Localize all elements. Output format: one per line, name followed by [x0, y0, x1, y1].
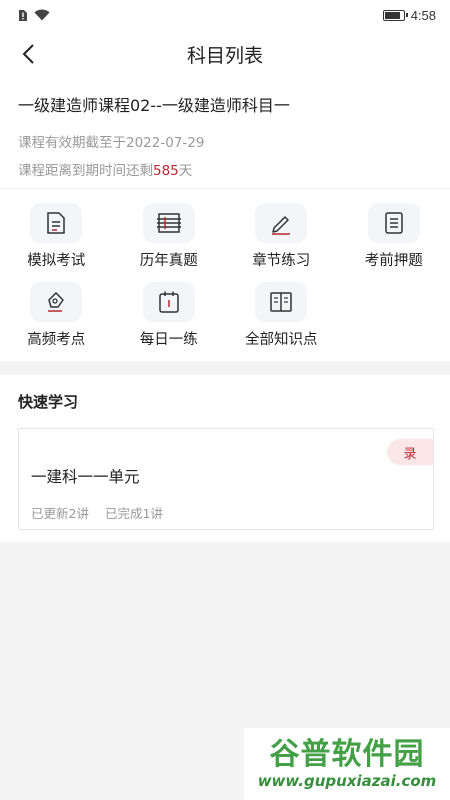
valid-prefix: 课程有效期截至于 [18, 135, 126, 151]
grid-item-all-knowledge[interactable]: 全部知识点 [225, 282, 338, 349]
document-list-icon [385, 212, 403, 234]
grid-label: 模拟考试 [27, 253, 86, 269]
section-gap [0, 361, 450, 375]
icon-box [255, 282, 308, 322]
lesson-title: 一建科一一单元 [31, 468, 140, 486]
grid-label: 每日一练 [139, 332, 198, 348]
icon-box [255, 203, 308, 243]
calendar-icon [159, 291, 179, 313]
watermark-title: 谷普软件园 [269, 737, 425, 772]
grid-item-daily-practice[interactable]: 每日一练 [113, 282, 226, 349]
grid-item-pre-exam-predict[interactable]: 考前押题 [338, 203, 450, 270]
grid-label: 章节练习 [252, 253, 311, 269]
pen-nib-icon [48, 292, 64, 312]
grid-item-mock-exam[interactable]: 模拟考试 [0, 203, 113, 270]
valid-date: 2022-07-29 [126, 135, 205, 151]
grid-item-hot-points[interactable]: 高频考点 [0, 282, 113, 349]
lesson-meta: 已更新2讲 已完成1讲 [31, 503, 421, 522]
grid-item-chapter-practice[interactable]: 章节练习 [225, 203, 338, 270]
grid-item-past-papers[interactable]: 历年真题 [113, 203, 226, 270]
completed-count: 已完成1讲 [104, 506, 163, 521]
page-title: 科目列表 [186, 44, 263, 67]
icon-box [142, 203, 195, 243]
icon-box [30, 282, 83, 322]
grid-label: 历年真题 [139, 253, 198, 269]
exam-paper-icon [47, 212, 65, 234]
grid-label: 高频考点 [27, 332, 86, 348]
remain-suffix: 天 [178, 163, 193, 179]
grid-row: 模拟考试 历年真题 章节练习 考前押题 [0, 203, 450, 270]
recorded-tag: 录 [387, 439, 433, 465]
question-bank-icon [156, 213, 181, 233]
lesson-card[interactable]: 录 一建科一一单元 已更新2讲 已完成1讲 [18, 428, 434, 530]
updated-count: 已更新2讲 [31, 506, 89, 521]
wifi-icon [34, 9, 50, 21]
section-title: 快速学习 [18, 393, 79, 411]
watermark: 谷普软件园 www.gupuxiazai.com [244, 728, 450, 800]
nav-bar: 科目列表 [0, 30, 450, 78]
icon-box [30, 203, 83, 243]
grid-row: 高频考点 每日一练 全部知识点 [0, 282, 450, 349]
course-valid-line: 课程有效期截至于2022-07-29 [18, 134, 432, 152]
quick-learning-section: 快速学习 录 一建科一一单元 已更新2讲 已完成1讲 [0, 375, 450, 542]
icon-box [367, 203, 420, 243]
status-time: 4:58 [410, 7, 436, 23]
remain-days: 585 [153, 163, 179, 179]
status-left [18, 9, 50, 22]
course-title: 一级建造师课程02--一级建造师科目一 [18, 96, 290, 115]
status-right: 4:58 [382, 7, 436, 23]
status-bar: 4:58 [0, 0, 450, 30]
course-remain-line: 课程距离到期时间还剩585天 [18, 162, 432, 180]
back-arrow-icon [22, 44, 34, 64]
grid-label: 考前押题 [364, 253, 423, 269]
back-button[interactable] [12, 38, 44, 70]
function-grid: 模拟考试 历年真题 章节练习 考前押题 高频考点 每日一练 全部知识点 [0, 189, 450, 361]
watermark-url: www.gupuxiazai.com [257, 772, 437, 790]
remain-prefix: 课程距离到期时间还剩 [18, 163, 153, 179]
sim-alert-icon [19, 9, 27, 21]
icon-box [142, 282, 195, 322]
pencil-icon [272, 216, 291, 235]
battery-icon [382, 9, 408, 21]
grid-label: 全部知识点 [245, 332, 318, 348]
book-icon [270, 292, 292, 312]
course-info: 一级建造师课程02--一级建造师科目一 课程有效期截至于2022-07-29 课… [0, 78, 450, 188]
